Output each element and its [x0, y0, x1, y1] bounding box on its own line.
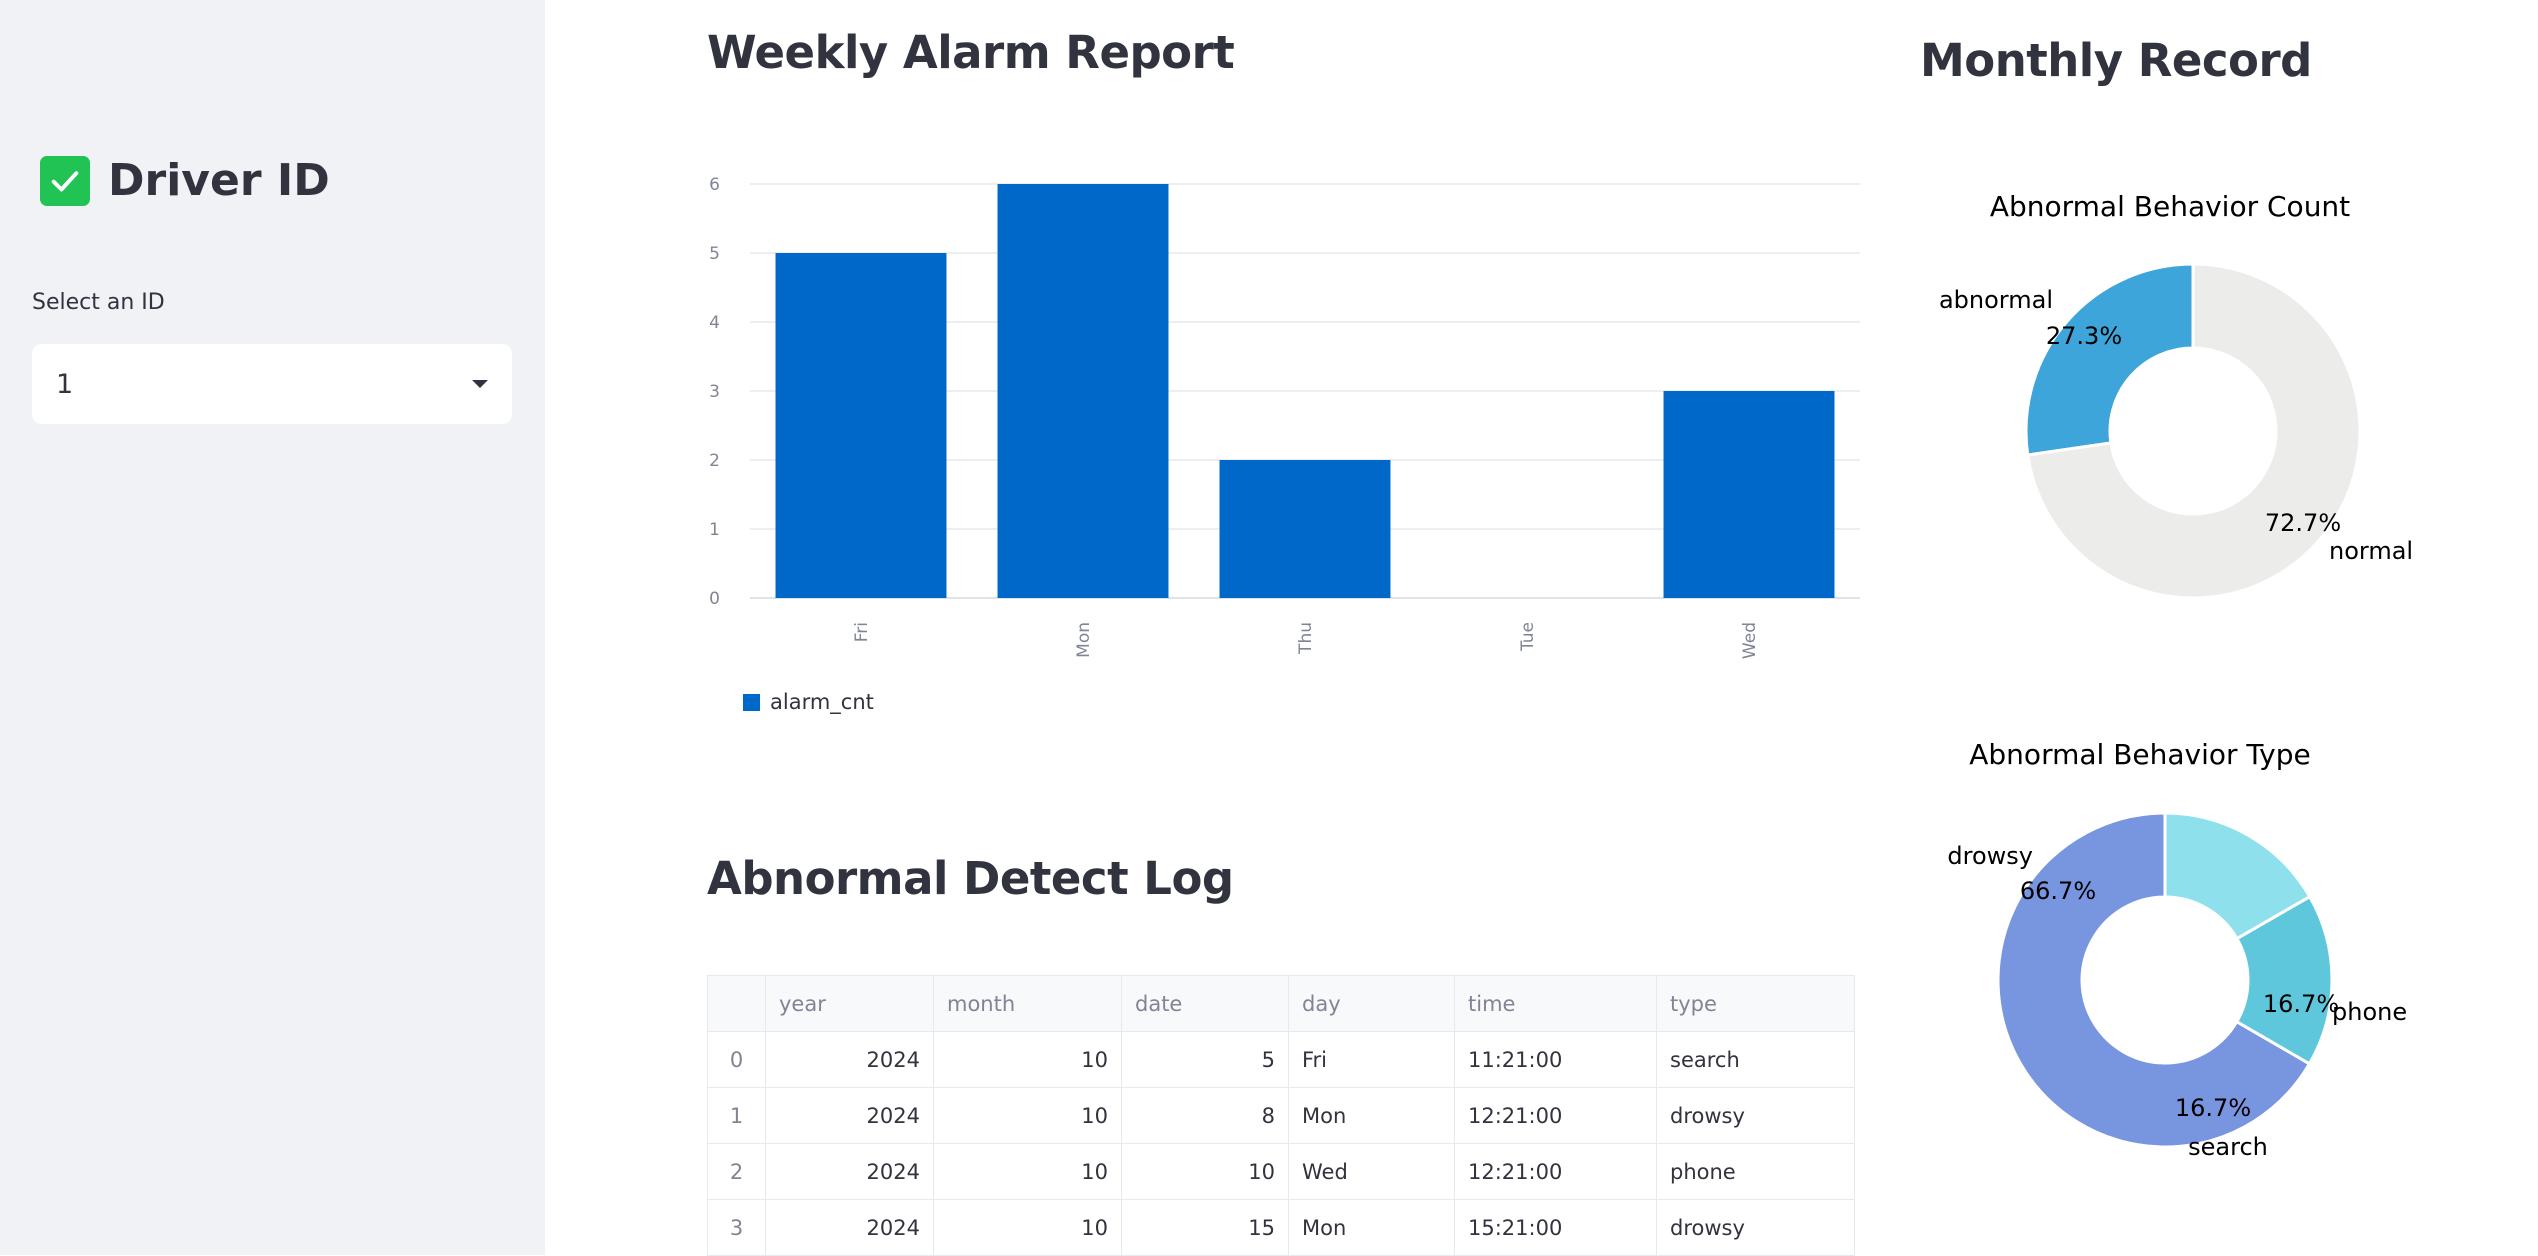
type-pie-title: Abnormal Behavior Type: [1969, 738, 2311, 771]
row-index[interactable]: 2: [707, 1143, 766, 1200]
slice-label: search: [2188, 1133, 2268, 1161]
type-cell[interactable]: drowsy: [1656, 1087, 1855, 1144]
time-cell[interactable]: 11:21:00: [1454, 1031, 1657, 1088]
type-cell[interactable]: search: [1656, 1031, 1855, 1088]
y-tick-label: 2: [709, 451, 720, 471]
column-header-date[interactable]: date: [1121, 975, 1289, 1032]
count-pie-title: Abnormal Behavior Count: [1989, 190, 2351, 223]
date-cell[interactable]: 10: [1121, 1143, 1289, 1200]
year-cell[interactable]: 2024: [765, 1199, 934, 1256]
month-cell[interactable]: 10: [933, 1031, 1122, 1088]
time-cell[interactable]: 12:21:00: [1454, 1087, 1657, 1144]
driver-id-select[interactable]: 1: [32, 344, 512, 424]
caret-down-icon[interactable]: [472, 380, 488, 388]
detect-log-title: Abnormal Detect Log: [707, 852, 1234, 905]
y-tick-label: 5: [709, 244, 720, 264]
x-tick-label: Tue: [1518, 622, 1538, 652]
row-index[interactable]: 3: [707, 1199, 766, 1256]
y-tick-label: 6: [709, 175, 720, 195]
slice-percent-label: 72.7%: [2265, 509, 2341, 537]
date-cell[interactable]: 8: [1121, 1087, 1289, 1144]
y-tick-label: 1: [709, 520, 720, 540]
month-cell[interactable]: 10: [933, 1199, 1122, 1256]
slice-percent-label: 66.7%: [2020, 877, 2096, 905]
slice-label: drowsy: [1947, 842, 2033, 870]
monthly-record-title: Monthly Record: [1920, 34, 2312, 87]
y-tick-label: 0: [709, 589, 720, 609]
check-mark-icon: [51, 170, 79, 191]
column-header-year[interactable]: year: [765, 975, 934, 1032]
column-header-time[interactable]: time: [1454, 975, 1657, 1032]
weekly-alarm-bar-chart: 0 1 2 3 4 5 6 Fri Mon Thu Tue Wed: [709, 175, 1860, 659]
year-cell[interactable]: 2024: [765, 1031, 934, 1088]
column-header-type[interactable]: type: [1656, 975, 1855, 1032]
table-row[interactable]: 1 2024 10 8 Mon 12:21:00 drowsy: [707, 1087, 1855, 1144]
table-row[interactable]: 3 2024 10 15 Mon 15:21:00 drowsy: [707, 1199, 1855, 1256]
slice-percent-label: 27.3%: [2046, 322, 2122, 350]
column-header-month[interactable]: month: [933, 975, 1122, 1032]
bar[interactable]: [775, 253, 947, 598]
time-cell[interactable]: 15:21:00: [1454, 1199, 1657, 1256]
table-header-row: year month date day time type: [707, 975, 1855, 1032]
type-cell[interactable]: drowsy: [1656, 1199, 1855, 1256]
time-cell[interactable]: 12:21:00: [1454, 1143, 1657, 1200]
date-cell[interactable]: 5: [1121, 1031, 1289, 1088]
day-cell[interactable]: Mon: [1288, 1199, 1455, 1256]
x-tick-label: Fri: [852, 622, 872, 642]
slice-label: abnormal: [1939, 286, 2053, 314]
day-cell[interactable]: Wed: [1288, 1143, 1455, 1200]
weekly-report-title: Weekly Alarm Report: [707, 26, 1235, 79]
abnormal-count-donut-chart: 27.3% abnormal 72.7%normal: [1939, 262, 2413, 600]
row-index[interactable]: 1: [707, 1087, 766, 1144]
year-cell[interactable]: 2024: [765, 1087, 934, 1144]
row-index[interactable]: 0: [707, 1031, 766, 1088]
sidebar-heading: Driver ID: [108, 155, 330, 206]
table-row[interactable]: 0 2024 10 5 Fri 11:21:00 search: [707, 1031, 1855, 1088]
bar-legend: alarm_cnt: [743, 690, 874, 714]
x-tick-label: Thu: [1296, 622, 1316, 655]
slice-percent-label: 16.7%: [2175, 1094, 2251, 1122]
legend-swatch: [743, 693, 760, 711]
column-header-day[interactable]: day: [1288, 975, 1455, 1032]
legend-label: alarm_cnt: [770, 690, 874, 714]
bar[interactable]: [1219, 460, 1391, 598]
slice-percent-label: 16.7%: [2263, 990, 2339, 1018]
checkbox-checked-icon: [40, 155, 90, 206]
y-tick-label: 4: [709, 313, 720, 333]
column-header-index[interactable]: [707, 975, 766, 1032]
y-tick-label: 3: [709, 382, 720, 402]
day-cell[interactable]: Fri: [1288, 1031, 1455, 1088]
sidebar: Driver ID Select an ID 1: [0, 0, 545, 1255]
bar[interactable]: [1663, 391, 1835, 598]
month-cell[interactable]: 10: [933, 1143, 1122, 1200]
select-id-label: Select an ID: [32, 290, 165, 315]
bar[interactable]: [997, 184, 1169, 598]
year-cell[interactable]: 2024: [765, 1143, 934, 1200]
day-cell[interactable]: Mon: [1288, 1087, 1455, 1144]
month-cell[interactable]: 10: [933, 1087, 1122, 1144]
detect-log-table: year month date day time type 0 2024 10 5 Fr…: [707, 975, 1855, 1256]
date-cell[interactable]: 15: [1121, 1199, 1289, 1256]
type-cell[interactable]: phone: [1656, 1143, 1855, 1200]
abnormal-type-donut-chart: 66.7%drowsy16.7%phone16.7%search: [1947, 811, 2407, 1161]
selected-id-value: 1: [56, 368, 74, 400]
table-row[interactable]: 2 2024 10 10 Wed 12:21:00 phone: [707, 1143, 1855, 1200]
x-tick-label: Mon: [1074, 622, 1094, 658]
slice-label: normal: [2329, 537, 2413, 565]
x-tick-label: Wed: [1740, 622, 1760, 659]
slice-label: phone: [2332, 998, 2407, 1026]
sidebar-title: Driver ID: [40, 155, 330, 206]
